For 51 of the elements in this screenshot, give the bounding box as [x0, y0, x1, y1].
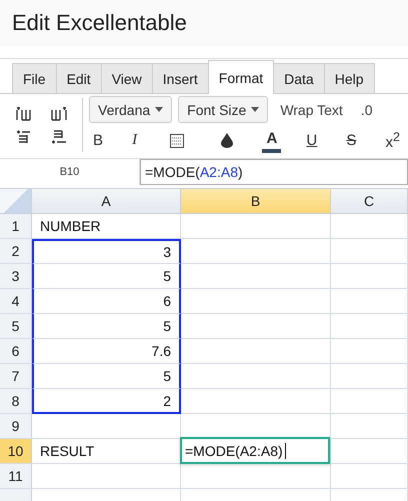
drop-icon[interactable] — [221, 133, 234, 148]
menu-tab[interactable]: Edit — [56, 63, 102, 93]
row-header[interactable]: 9 — [0, 414, 32, 439]
decimal-button[interactable]: .0 — [354, 102, 379, 118]
row-header[interactable]: 7 — [0, 364, 32, 389]
row-header[interactable]: 6 — [0, 339, 32, 364]
row-header[interactable]: 10 — [0, 439, 32, 464]
row-header[interactable]: 4 — [0, 289, 32, 314]
underline-button[interactable]: U — [302, 130, 322, 151]
row-header[interactable]: 2 — [0, 239, 32, 264]
table-cell: 5 — [32, 264, 181, 289]
caret-icon — [155, 107, 164, 112]
formula-field[interactable]: =MODE(A2:A8) — [140, 159, 408, 185]
table-cell: 6 — [32, 289, 181, 314]
font-dropdown[interactable]: Verdana — [89, 96, 172, 123]
menu-tab[interactable]: Help — [324, 63, 375, 93]
row-header[interactable]: 8 — [0, 389, 32, 414]
row-header[interactable]: 1 — [0, 214, 32, 239]
page-title: Edit Excellentable — [12, 10, 187, 36]
insert-row-above-icon[interactable] — [16, 130, 32, 144]
insert-row-below-icon[interactable] — [50, 130, 66, 144]
menu-tab[interactable]: Insert — [152, 63, 209, 93]
cell-editor[interactable]: =MODE(A2:A8) — [180, 437, 330, 464]
menu-tab[interactable]: Format — [208, 60, 274, 94]
column-header[interactable]: B — [181, 189, 331, 214]
table-cell: 3 — [32, 239, 181, 264]
text-color-button[interactable]: A — [262, 128, 282, 153]
menu-tab[interactable]: View — [100, 63, 153, 93]
column-header[interactable]: C — [331, 189, 408, 214]
borders-icon[interactable] — [170, 134, 184, 148]
table-cell: 5 — [32, 314, 181, 339]
wrap-text-button[interactable]: Wrap Text — [274, 102, 349, 118]
row-header[interactable]: 5 — [0, 314, 32, 339]
caret-icon — [251, 107, 260, 112]
column-header[interactable]: A — [32, 189, 181, 214]
table-cell: 5 — [32, 364, 181, 389]
table-cell: NUMBER — [32, 214, 181, 239]
insert-column-right-icon[interactable] — [50, 106, 66, 120]
menu-tab[interactable]: Data — [273, 63, 325, 93]
bold-button[interactable]: B — [89, 130, 108, 151]
table-cell: 2 — [32, 389, 181, 414]
row-header[interactable]: 3 — [0, 264, 32, 289]
table-cell: 7.6 — [32, 339, 181, 364]
menu-tab[interactable]: File — [12, 63, 57, 93]
font-dropdown[interactable]: Font Size — [178, 96, 268, 123]
cell-reference: B10 — [0, 159, 140, 185]
row-header[interactable]: 11 — [0, 464, 32, 489]
strikethrough-button[interactable]: S — [342, 130, 360, 151]
insert-column-left-icon[interactable] — [16, 106, 32, 120]
superscript-button[interactable]: x$^{2}$ — [381, 128, 404, 153]
italic-button[interactable]: I — [128, 130, 142, 151]
